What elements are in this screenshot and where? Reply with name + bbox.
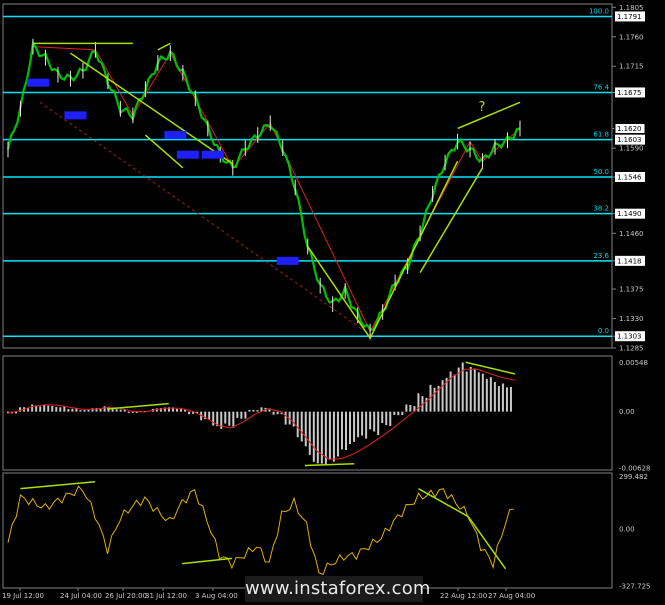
date-tick-label: 31 Jul 12:00 — [145, 592, 187, 600]
fib-price-label: 1.1603 — [617, 136, 642, 144]
date-tick-label: 24 Jul 04:00 — [60, 592, 102, 600]
fib-level-label: 50.0 — [593, 168, 609, 176]
price-tick-label: 1.1285 — [619, 345, 644, 353]
macd-tick-label: -0.00628 — [619, 465, 650, 473]
price-tick-label: 1.1460 — [619, 230, 644, 238]
chart-canvas: 1.1805 1.1760 1.1715 1.1675 1.1620 1.1590 1.15… — [2, 3, 650, 600]
indicator-label-box — [164, 131, 187, 140]
macd-tick-label: 0.00548 — [619, 359, 648, 367]
cci-tick-label: -327.725 — [619, 582, 650, 590]
macd-panel-frame — [2, 355, 613, 471]
fib-price-label: 1.1675 — [617, 89, 642, 97]
date-tick-label: 26 Jul 20:00 — [105, 592, 147, 600]
indicator-label-box — [176, 150, 199, 159]
indicator-label-box — [276, 256, 299, 265]
fib-level-label: 38.2 — [593, 205, 609, 213]
macd-divergence-line — [465, 361, 516, 375]
fib-level-label: 23.6 — [593, 252, 609, 260]
fib-level-label: 61.8 — [593, 131, 609, 139]
cci-divergence-line — [20, 480, 96, 490]
cci-panel-frame — [2, 472, 613, 589]
price-tick-label: 1.1715 — [619, 63, 644, 71]
zigzag-line — [32, 46, 521, 333]
date-tick-label: 22 Aug 12:00 — [440, 592, 487, 600]
date-tick-label: 27 Aug 04:00 — [488, 592, 535, 600]
date-tick-label: 19 Jul 12:00 — [2, 592, 44, 600]
fib-price-label: 1.1303 — [617, 333, 642, 341]
fib-price-label: 1.1418 — [617, 257, 642, 265]
price-tick-label: 1.1760 — [619, 33, 644, 41]
macd-divergence-line — [304, 462, 355, 467]
indicator-label-box — [64, 111, 87, 120]
trend-line — [70, 52, 234, 165]
trend-line — [419, 167, 484, 274]
price-tick-label: 1.1375 — [619, 286, 644, 294]
macd-signal-line — [7, 368, 516, 460]
dashed-trend-line — [39, 101, 373, 337]
fib-level-label: 100.0 — [589, 7, 609, 15]
price-line — [6, 40, 521, 332]
annotation-question-mark: ? — [479, 100, 486, 115]
date-tick-label: 3 Aug 04:00 — [195, 592, 238, 600]
cci-divergence-line — [418, 488, 469, 518]
indicator-label-box — [26, 78, 49, 87]
current-price-label: 1.1620 — [617, 125, 642, 133]
cci-divergence-line — [467, 516, 507, 570]
trend-line — [457, 101, 521, 130]
trend-line — [157, 42, 171, 51]
fib-level-label: 0.0 — [598, 327, 609, 335]
fib-price-label: 1.1490 — [617, 210, 642, 218]
price-tick-label: 1.1805 — [619, 4, 644, 12]
indicator-label-box — [201, 150, 224, 159]
macd-tick-label: 0.00 — [619, 408, 635, 416]
price-tick-label: 1.1330 — [619, 315, 644, 323]
chart-window: { "chart_data": [ { "type": "line", "tit… — [0, 0, 665, 605]
watermark: www.instaforex.com — [245, 576, 430, 602]
macd-divergence-line — [106, 402, 169, 410]
cci-divergence-line — [182, 557, 232, 565]
trend-line — [369, 160, 459, 339]
price-tick-label: 1.1590 — [619, 145, 644, 153]
cci-tick-label: 0.00 — [619, 525, 635, 533]
cci-tick-label: 299.482 — [619, 473, 648, 481]
fib-price-label: 1.1546 — [617, 173, 642, 181]
fib-level-label: 76.4 — [593, 83, 609, 91]
fib-price-label: 1.1791 — [617, 13, 642, 21]
price-panel-frame — [2, 3, 613, 349]
